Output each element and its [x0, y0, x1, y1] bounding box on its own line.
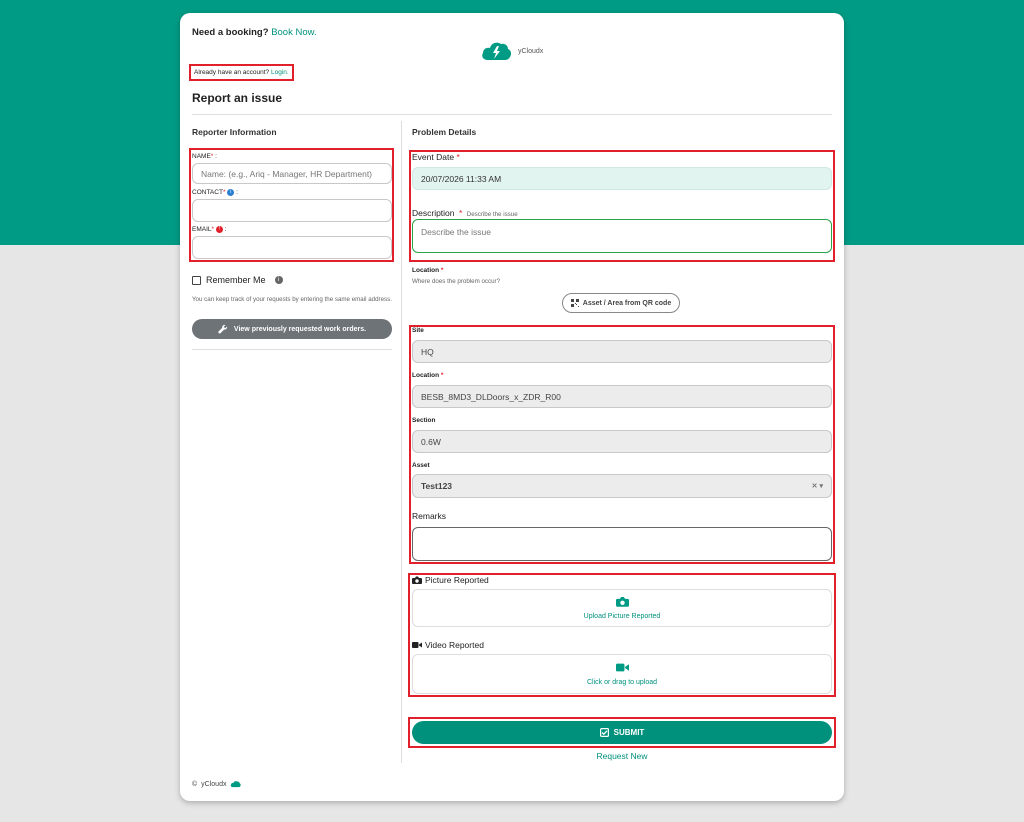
reporter-section-title: Reporter Information	[192, 127, 277, 137]
section-label: Section	[412, 417, 436, 424]
section-field: 0.6W	[412, 430, 832, 453]
remember-me-checkbox[interactable]	[192, 275, 201, 285]
brand-logo: yCloudx	[480, 40, 543, 62]
brand-name: yCloudx	[518, 47, 544, 55]
booking-prompt: Need a booking? Book Now.	[192, 27, 317, 38]
qr-code-icon	[570, 299, 579, 307]
request-new-link[interactable]: Request New	[412, 751, 832, 761]
camera-icon	[412, 576, 422, 584]
event-date-label: Event Date *	[412, 152, 460, 162]
chevron-down-icon: ✕ ▾	[811, 483, 823, 490]
info-icon[interactable]: i	[274, 276, 283, 284]
footer: © yCloudx	[192, 780, 242, 788]
problem-section-title: Problem Details	[412, 127, 477, 137]
remarks-label: Remarks	[412, 511, 447, 521]
video-upload-area[interactable]: Click or drag to upload	[412, 654, 832, 694]
site-label: Site	[412, 327, 424, 334]
asset-label: Asset	[412, 462, 430, 469]
check-square-icon	[599, 728, 609, 737]
qr-code-button[interactable]: Asset / Area from QR code	[562, 293, 680, 313]
wrench-icon	[218, 324, 228, 334]
email-label: EMAIL* ! :	[192, 226, 227, 234]
view-previous-work-orders-button[interactable]: View previously requested work orders.	[192, 319, 392, 339]
camera-icon	[615, 596, 629, 607]
contact-label: CONTACT* i :	[192, 189, 238, 197]
asset-select[interactable]: Test123 ✕ ▾	[412, 474, 832, 498]
submit-button[interactable]: SUBMIT	[412, 721, 832, 744]
remarks-textarea[interactable]	[412, 527, 832, 561]
picture-upload-area[interactable]: Upload Picture Reported	[412, 589, 832, 627]
location-hint: Where does the problem occur?	[412, 278, 501, 285]
location-select-label: Location *	[412, 372, 444, 379]
site-field: HQ	[412, 340, 832, 363]
name-label: NAME* :	[192, 153, 217, 160]
info-icon[interactable]: i	[227, 189, 235, 196]
login-prompt: Already have an account? Login.	[189, 64, 294, 81]
video-camera-icon	[412, 642, 422, 648]
remember-me[interactable]: Remember Me i	[192, 275, 283, 285]
description-textarea[interactable]: Describe the issue	[412, 219, 832, 253]
location-label: Location *	[412, 267, 444, 274]
column-divider	[401, 121, 402, 763]
page-title: Report an issue	[192, 91, 283, 105]
video-camera-icon	[615, 663, 629, 672]
video-label: Video Reported	[412, 640, 484, 650]
divider	[192, 349, 392, 350]
contact-field[interactable]	[192, 199, 392, 222]
location-field: BESB_8MD3_DLDoors_x_ZDR_R00	[412, 385, 832, 408]
report-issue-card: Need a booking? Book Now. yCloudx Alread…	[180, 13, 844, 801]
picture-label: Picture Reported	[412, 575, 489, 585]
cloud-icon	[482, 42, 512, 60]
login-link[interactable]: Login.	[271, 69, 289, 76]
email-field[interactable]	[192, 236, 392, 259]
divider	[192, 114, 832, 115]
name-field[interactable]: Name: (e.g., Ariq - Manager, HR Departme…	[192, 163, 392, 184]
book-now-link[interactable]: Book Now.	[271, 27, 316, 38]
alert-icon[interactable]: !	[215, 226, 223, 233]
event-date-field[interactable]: 20/07/2026 11:33 AM	[412, 167, 832, 190]
cloud-icon	[231, 781, 242, 788]
remember-help-text: You can keep track of your requests by e…	[192, 296, 392, 303]
